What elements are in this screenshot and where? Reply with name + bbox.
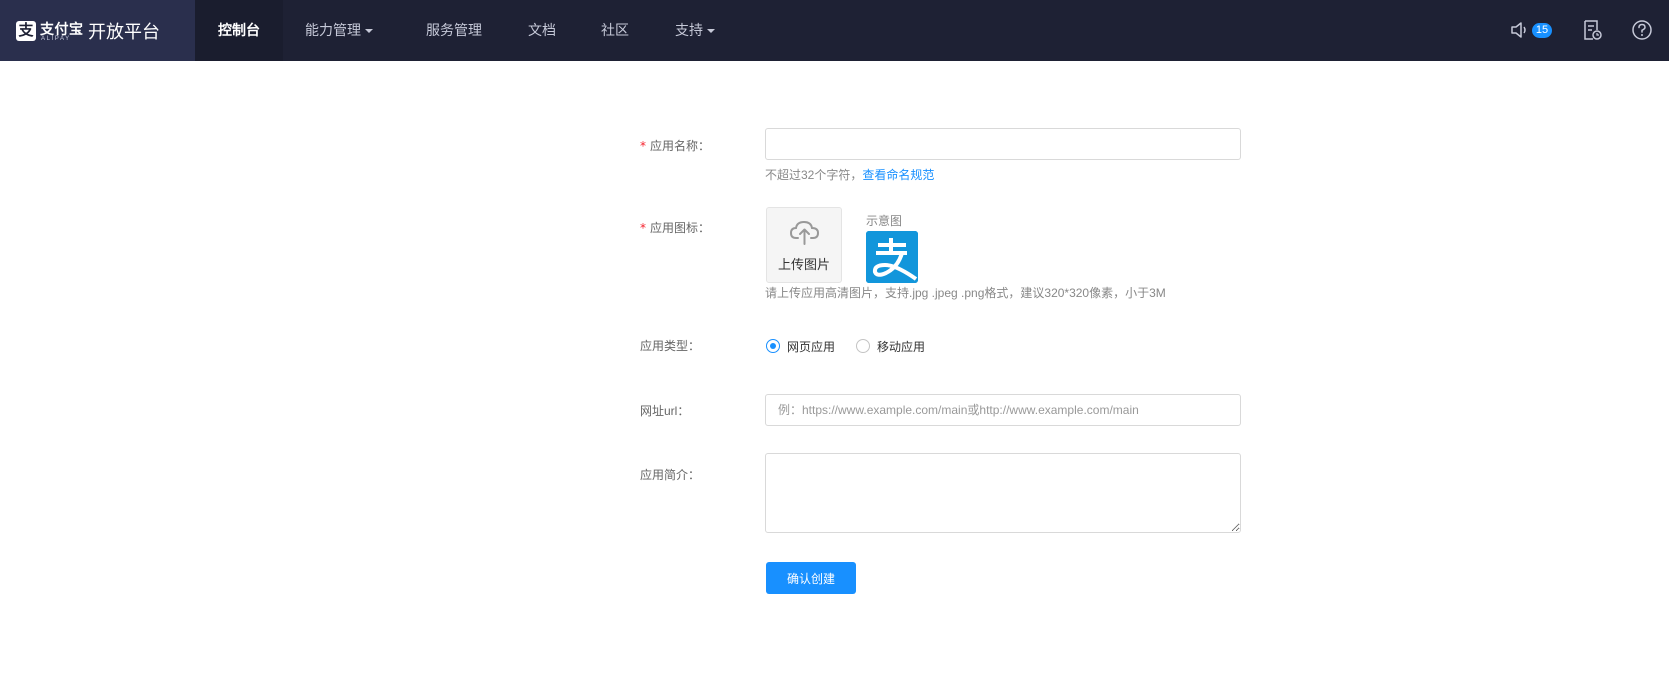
app-name-hint-text: 不超过32个字符， [765, 168, 863, 182]
nav-item-community[interactable]: 社区 [601, 0, 629, 61]
upload-image-label: 上传图片 [777, 257, 830, 272]
nav-item-label: 控制台 [218, 22, 260, 38]
platform-title: 开放平台 [88, 22, 160, 42]
radio-label: 网页应用 [787, 339, 836, 354]
app-icon-label-text: 应用图标： [650, 221, 711, 235]
naming-rules-link[interactable]: 查看命名规范 [862, 168, 934, 182]
radio-web-app[interactable]: 网页应用 [766, 337, 835, 355]
caret-down-icon [365, 29, 373, 34]
radio-mobile-app[interactable]: 移动应用 [856, 337, 925, 355]
app-name-label-text: 应用名称： [650, 139, 711, 153]
sample-image-label: 示意图 [866, 214, 903, 228]
url-input[interactable] [765, 394, 1241, 426]
radio-button-checked[interactable] [766, 339, 780, 353]
nav-item-console[interactable]: 控制台 [195, 0, 283, 61]
sample-alipay-image [866, 231, 918, 283]
description-textarea[interactable] [765, 453, 1241, 533]
nav-item-label: 文档 [528, 22, 556, 38]
nav-item-label: 服务管理 [426, 22, 482, 38]
app-name-label: * 应用名称： [640, 137, 710, 154]
notification-badge[interactable]: 15 [1532, 23, 1552, 38]
brand-area[interactable]: 支 支付宝 ALIPAY 开放平台 [0, 0, 195, 61]
nav-item-label: 社区 [601, 22, 629, 38]
brand-name-en: ALIPAY [41, 36, 71, 42]
nav-item-label: 支持 [675, 22, 703, 38]
caret-down-icon [707, 29, 715, 34]
url-label: 网址url： [640, 404, 690, 418]
radio-button[interactable] [856, 339, 870, 353]
nav-item-docs[interactable]: 文档 [528, 0, 556, 61]
speaker-icon[interactable] [1509, 19, 1531, 41]
required-mark: * [640, 139, 646, 153]
nav-item-label: 能力管理 [305, 22, 361, 38]
app-name-hint: 不超过32个字符，查看命名规范 [765, 166, 934, 183]
help-icon[interactable] [1631, 19, 1653, 41]
app-type-label: 应用类型： [640, 339, 701, 353]
alipay-logo-icon: 支 [16, 21, 36, 41]
alipay-sample-icon [866, 231, 918, 283]
cloud-upload-icon [789, 220, 820, 245]
description-label: 应用简介： [640, 468, 701, 482]
app-icon-label: * 应用图标： [640, 219, 710, 236]
document-clock-icon[interactable] [1581, 19, 1603, 41]
radio-label: 移动应用 [877, 339, 926, 354]
app-icon-hint: 请上传应用高清图片，支持.jpg .jpeg .png格式，建议320*320像… [765, 286, 1166, 300]
top-navigation-bar: 支 支付宝 ALIPAY 开放平台 控制台 能力管理 服务管理 文档 社区 支持… [0, 0, 1669, 61]
nav-item-service[interactable]: 服务管理 [426, 0, 482, 61]
upload-image-button[interactable]: 上传图片 [766, 207, 842, 283]
nav-item-support[interactable]: 支持 [675, 0, 715, 61]
nav-item-capability[interactable]: 能力管理 [305, 0, 373, 61]
required-mark: * [640, 221, 646, 235]
app-name-input[interactable] [765, 128, 1241, 160]
confirm-create-button[interactable]: 确认创建 [766, 562, 856, 594]
